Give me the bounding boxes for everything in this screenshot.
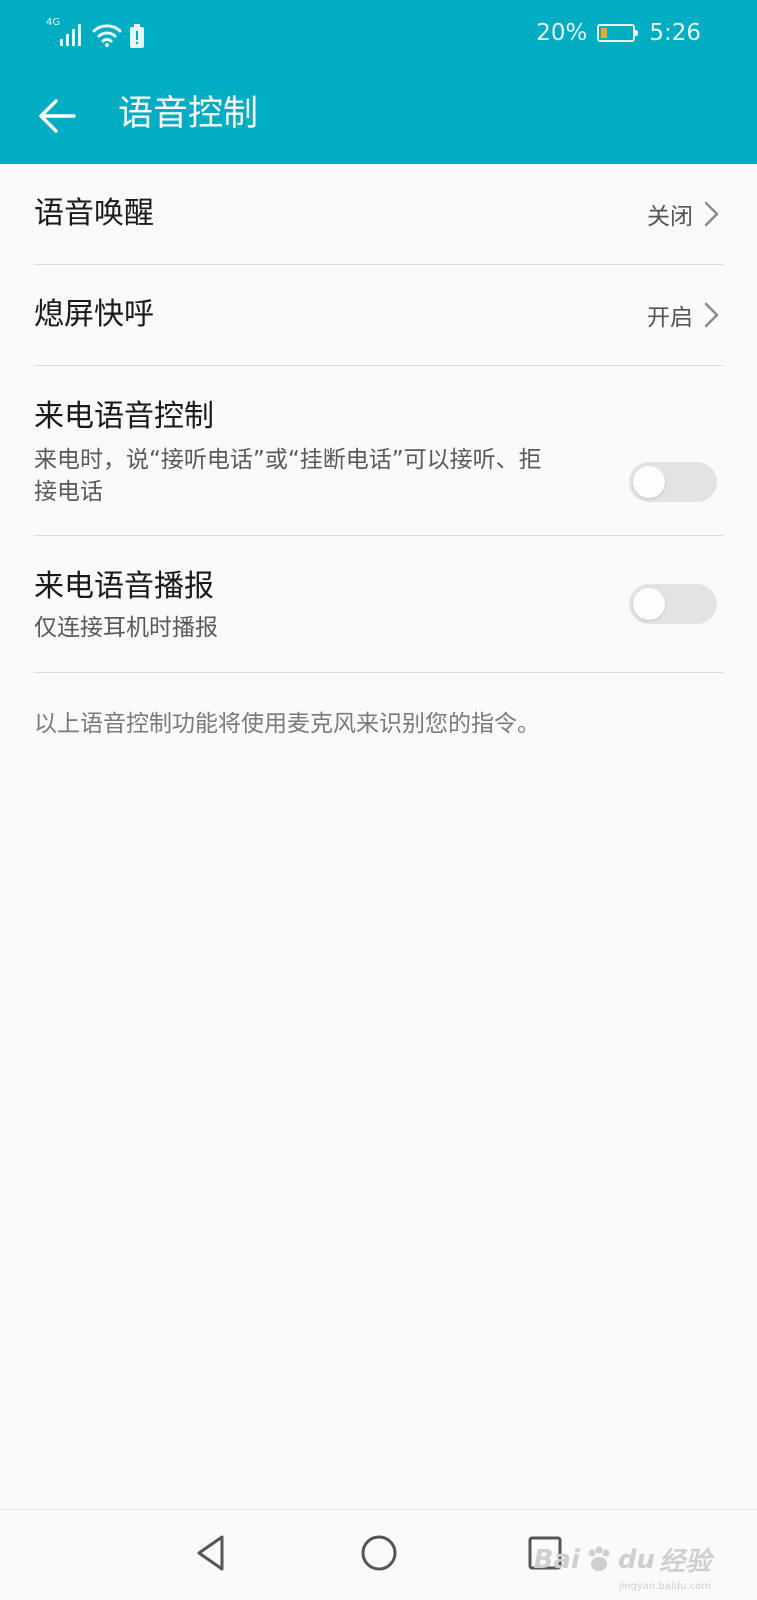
signal-icon: 4G — [46, 18, 84, 48]
setting-screen-off-call[interactable]: 熄屏快呼 开启 — [34, 265, 723, 366]
network-type: 4G — [46, 17, 61, 28]
watermark-label: 经验 — [658, 1547, 711, 1577]
setting-subtitle: 来电时，说“接听电话”或“挂断电话”可以接听、拒接电话 — [34, 447, 542, 505]
setting-title: 语音唤醒 — [34, 196, 154, 231]
screen-off-call-value[interactable]: 开启 — [647, 265, 723, 365]
setting-call-voice-announce: 来电语音播报 仅连接耳机时播报 — [34, 536, 723, 673]
clock: 5:26 — [649, 20, 701, 46]
setting-voice-wakeup[interactable]: 语音唤醒 关闭 — [34, 164, 723, 265]
setting-title: 来电语音播报 — [34, 569, 214, 604]
nav-back-button[interactable] — [187, 1528, 237, 1578]
watermark-brand-2: du — [617, 1544, 655, 1575]
toggle-knob — [633, 466, 665, 498]
watermark-url: jingyan.baidu.com — [618, 1581, 711, 1592]
watermark-brand: Bai — [533, 1544, 580, 1575]
setting-subtitle: 仅连接耳机时播报 — [34, 615, 218, 641]
setting-value: 关闭 — [647, 204, 693, 230]
chevron-right-icon — [704, 302, 719, 328]
call-voice-control-toggle[interactable] — [629, 462, 717, 502]
paw-icon — [588, 1546, 610, 1571]
status-right: 20% 5:26 — [536, 16, 701, 50]
voice-wakeup-value[interactable]: 关闭 — [647, 164, 723, 264]
status-icons-left: 4G — [46, 16, 144, 48]
setting-title: 熄屏快呼 — [34, 297, 154, 332]
app-header: 4G 20% 5:26 语音控制 — [0, 0, 757, 164]
page-title: 语音控制 — [118, 94, 259, 134]
triangle-back-icon — [197, 1535, 224, 1571]
footnote: 以上语音控制功能将使用麦克风来识别您的指令。 — [34, 711, 540, 737]
toggle-knob — [633, 588, 665, 620]
status-bar: 4G 20% 5:26 — [0, 0, 757, 66]
navigation-bar: Bai du 经验 jingyan.baidu.com — [0, 1509, 757, 1600]
setting-call-voice-control: 来电语音控制 来电时，说“接听电话”或“挂断电话”可以接听、拒接电话 — [34, 366, 723, 536]
baidu-watermark: Bai du 经验 jingyan.baidu.com — [533, 1541, 711, 1593]
back-button[interactable] — [34, 92, 82, 140]
battery-alert-icon — [130, 24, 144, 48]
setting-value: 开启 — [647, 305, 693, 331]
nav-home-button[interactable] — [354, 1528, 404, 1578]
battery-percent: 20% — [536, 20, 588, 46]
wifi-icon — [92, 24, 122, 47]
arrow-left-icon — [39, 99, 76, 133]
setting-title: 来电语音控制 — [34, 399, 214, 434]
call-voice-announce-toggle[interactable] — [629, 584, 717, 624]
toolbar: 语音控制 — [0, 76, 757, 156]
battery-icon — [597, 24, 639, 42]
circle-home-icon — [361, 1535, 397, 1571]
settings-list: 语音唤醒 关闭 熄屏快呼 开启 来电语音控制 来电时，说“接听电话”或“挂断电话… — [0, 164, 757, 745]
chevron-right-icon — [704, 201, 719, 227]
